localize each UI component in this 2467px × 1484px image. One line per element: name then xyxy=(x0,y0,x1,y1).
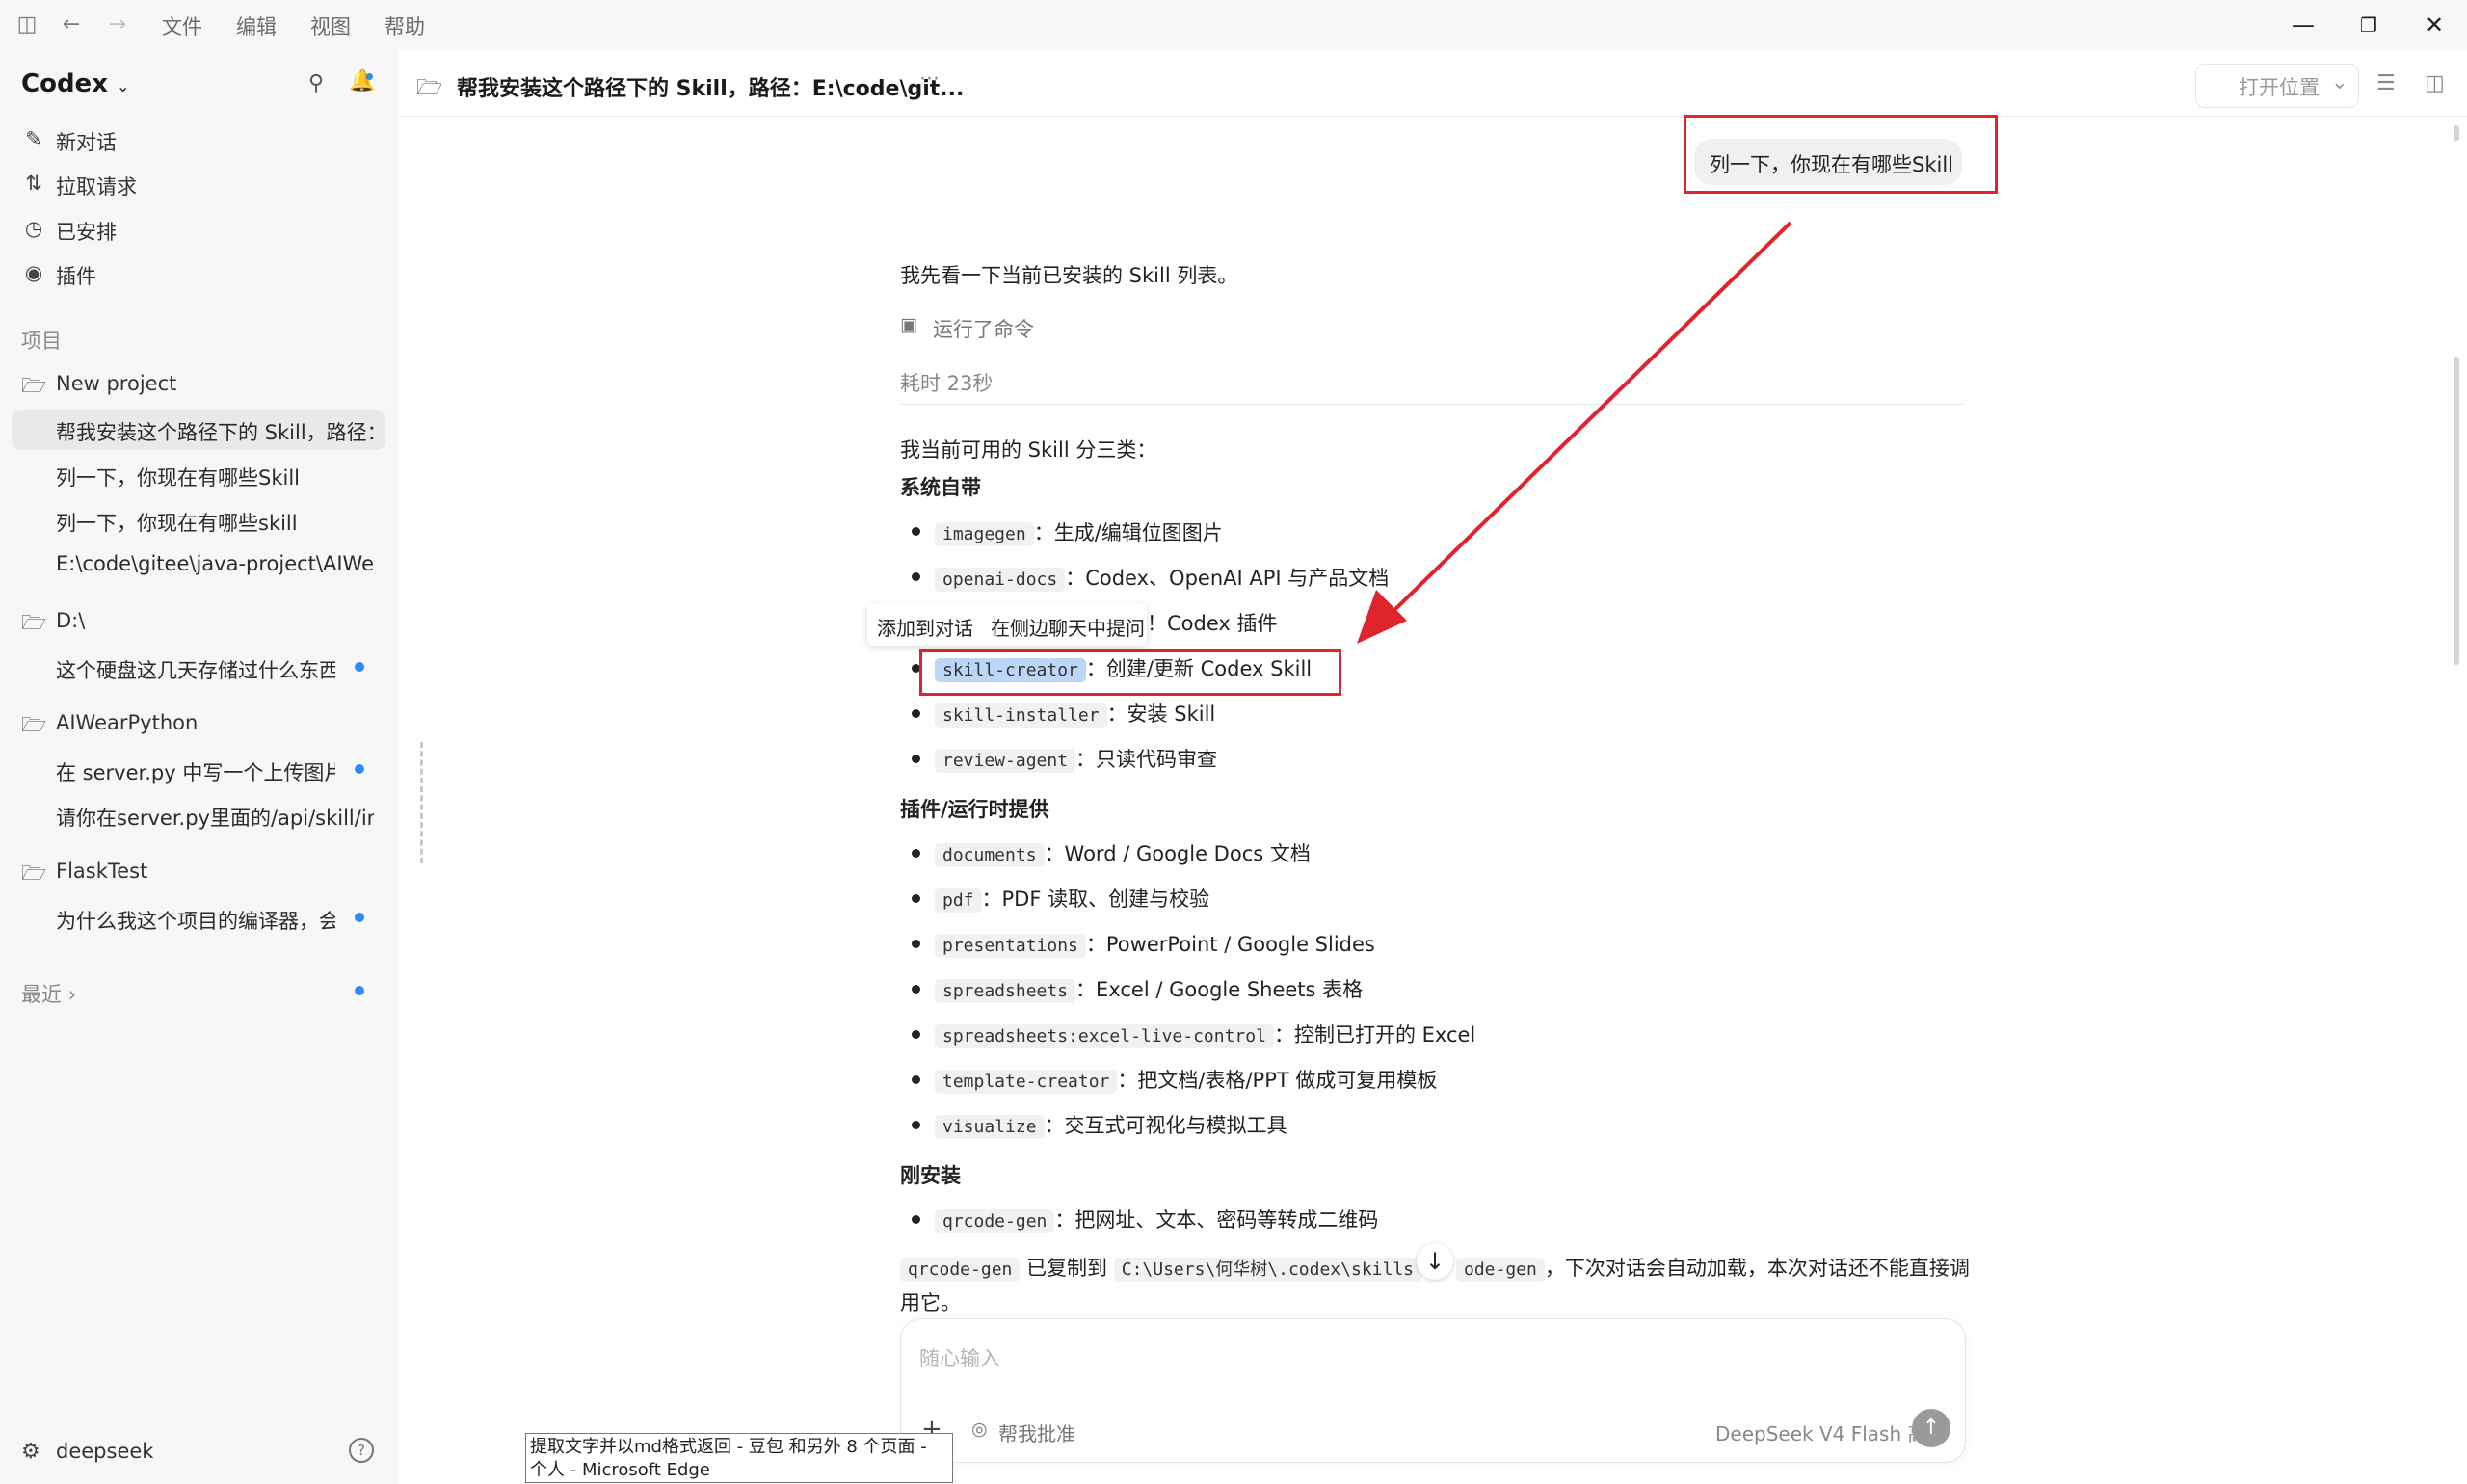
annotation-arrow-head xyxy=(1357,590,1407,644)
shield-icon: ◎ xyxy=(971,1418,988,1440)
send-arrow-icon[interactable]: ↑ xyxy=(1912,1409,1950,1447)
model-name: DeepSeek V4 Flash xyxy=(1715,1422,1902,1445)
approve-mode-button[interactable]: 帮我批准 xyxy=(998,1418,1075,1446)
resize-handle[interactable] xyxy=(420,742,435,863)
taskbar-tooltip: 提取文字并以md格式返回 - 豆包 和另外 8 个页面 - 个人 - Micro… xyxy=(525,1433,953,1483)
scrollbar-thumb-small[interactable] xyxy=(2454,125,2459,141)
annotation-arrow-line xyxy=(1386,221,1792,619)
model-selector[interactable]: DeepSeek V4 Flash 高 xyxy=(1715,1418,1926,1446)
annotation-arrow xyxy=(1357,221,1792,644)
message-input[interactable]: 随心输入 xyxy=(919,1343,1000,1372)
scrollbar[interactable] xyxy=(2454,357,2459,665)
